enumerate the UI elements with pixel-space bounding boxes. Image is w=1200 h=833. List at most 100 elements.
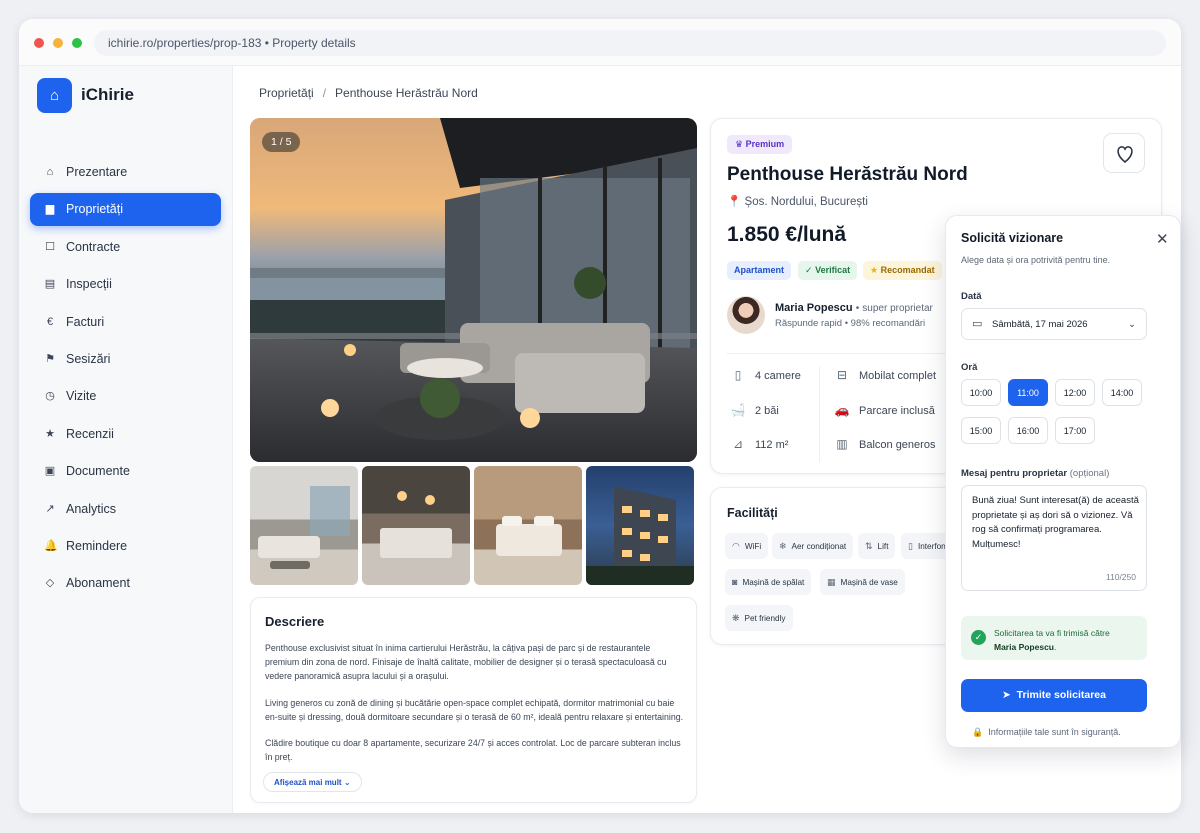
sidebar-item-3[interactable]: ▤ Inspecții: [30, 268, 221, 301]
sidebar-item-9[interactable]: ↗ Analytics: [30, 493, 221, 526]
check-icon: ✓: [805, 265, 813, 275]
security-note: 🔒 Informațiile tale sunt în siguranță.: [972, 727, 1121, 738]
description-paragraph-2: Living generos cu zonă de dining și bucă…: [265, 698, 684, 722]
thumbnail-bedroom[interactable]: [474, 466, 582, 585]
balcony-icon: ▥: [836, 437, 848, 451]
chevron-down-icon: ⌄: [1128, 319, 1136, 330]
submit-request-button[interactable]: ➤ Trimite solicitarea: [961, 679, 1147, 712]
sidebar-item-8[interactable]: ▣ Documente: [30, 455, 221, 488]
message-optional: (opțional): [1069, 468, 1110, 479]
description-paragraph-3: Clădire boutique cu doar 8 apartamente, …: [265, 738, 681, 762]
close-window-dot[interactable]: [34, 38, 44, 48]
time-slot-button[interactable]: 17:00: [1055, 417, 1095, 444]
amenities-title: Facilități: [727, 506, 778, 520]
thumbnail-living[interactable]: [250, 466, 358, 585]
owner-tag-separator: •: [855, 303, 860, 314]
sidebar-item-label: Analytics: [66, 501, 117, 516]
notice-owner: Maria Popescu: [994, 642, 1054, 652]
breadcrumb-parent[interactable]: Proprietăți: [259, 86, 314, 100]
time-slot-button[interactable]: 16:00: [1008, 417, 1048, 444]
air-conditioner-icon: ❄: [779, 541, 787, 551]
time-slot-button[interactable]: 12:00: [1055, 379, 1095, 406]
washing-machine-icon: ◙: [732, 577, 738, 587]
viewing-request-panel: Solicită vizionare ✕ Alege data și ora p…: [945, 215, 1181, 748]
amenity-intercom-label: Interfon: [917, 542, 946, 551]
owner-info: Maria Popescu • super proprietar: [775, 302, 933, 314]
intercom-icon: ▯: [908, 541, 913, 551]
tag-verified: ✓ Verificat: [798, 261, 858, 280]
sidebar-item-label: Documente: [66, 464, 130, 479]
show-more-label: Afișează mai mult: [274, 778, 342, 787]
paw-icon: ❋: [732, 613, 740, 623]
feature-bathrooms: 🛁 2 băi: [729, 403, 779, 417]
photo-counter: 1 / 5: [262, 132, 301, 152]
chevron-down-icon: ⌄: [343, 778, 351, 787]
sidebar-item-10[interactable]: 🔔 Remindere: [30, 530, 221, 563]
browser-titlebar: ichirie.ro/properties/prop-183 • Propert…: [19, 19, 1181, 66]
favorite-button[interactable]: [1103, 133, 1145, 173]
sidebar-item-6[interactable]: ◷ Vizite: [30, 380, 221, 413]
sidebar-item-5[interactable]: ⚑ Sesizări: [30, 343, 221, 376]
sidebar-item-label: Proprietăți: [66, 202, 123, 217]
sidebar-item-label: Remindere: [66, 539, 128, 553]
time-slot-button[interactable]: 10:00: [961, 379, 1001, 406]
close-icon[interactable]: ✕: [1156, 230, 1169, 248]
property-address: 📍 Șos. Nordului, București: [727, 194, 868, 208]
minimize-window-dot[interactable]: [53, 38, 63, 48]
time-slot-button[interactable]: 15:00: [961, 417, 1001, 444]
owner-avatar[interactable]: [727, 296, 765, 334]
panel-title: Solicită vizionare: [961, 231, 1064, 245]
kitchen-photo: [380, 491, 452, 558]
time-slot-button[interactable]: 14:00: [1102, 379, 1142, 406]
premium-badge: ♛ Premium: [727, 135, 793, 154]
address-text: Șos. Nordului, București: [744, 196, 868, 208]
euro-icon: €: [46, 315, 54, 328]
tag-verified-label: Verificat: [815, 265, 851, 275]
maximize-window-dot[interactable]: [72, 38, 82, 48]
feature-area-label: 112 m²: [755, 439, 789, 451]
sidebar-item-7[interactable]: ★ Recenzii: [30, 418, 221, 451]
elevator-icon: ⇅: [865, 541, 873, 551]
feature-balcony-label: Balcon generos: [859, 439, 936, 451]
property-price: 1.850 €/lună: [727, 223, 847, 246]
panel-subtitle: Alege data și ora potrivită pentru tine.: [961, 255, 1111, 265]
diamond-icon: ◇: [45, 577, 55, 590]
time-slot-button[interactable]: 11:00: [1008, 379, 1048, 406]
submit-label: Trimite solicitarea: [1016, 689, 1106, 701]
sidebar-item-4[interactable]: € Facturi: [30, 306, 221, 339]
thumbnail-kitchen[interactable]: [362, 466, 470, 585]
date-picker[interactable]: ▭ Sâmbătă, 17 mai 2026 ⌄: [961, 308, 1147, 340]
main-photo[interactable]: 1 / 5: [250, 118, 697, 462]
home-icon[interactable]: ⌂: [37, 78, 72, 113]
sidebar-item-label: Sesizări: [66, 352, 111, 366]
message-char-count: 110/250: [1105, 572, 1136, 582]
notice-text: Solicitarea ta va fi trimisă către Maria …: [994, 626, 1142, 654]
amenity-lift: ⇅ Lift: [858, 533, 896, 559]
show-more-button[interactable]: Afișează mai mult ⌄: [263, 772, 362, 792]
sidebar-item-label: Recenzii: [66, 426, 114, 441]
sidebar-item-2[interactable]: ☐ Contracte: [30, 231, 221, 264]
amenity-washer: ◙ Mașină de spălat: [725, 569, 812, 595]
sidebar-item-0[interactable]: ⌂ Prezentare: [30, 156, 221, 189]
bathtub-icon: 🛁: [730, 403, 746, 417]
terrace-photo: [250, 118, 697, 462]
breadcrumb-separator: /: [322, 86, 327, 100]
feature-furnished-label: Mobilat complet: [859, 370, 937, 382]
date-value: Sâmbătă, 17 mai 2026: [992, 319, 1088, 330]
notice-end: .: [1054, 642, 1057, 652]
sidebar-item-11[interactable]: ◇ Abonament: [30, 567, 221, 600]
owner-name[interactable]: Maria Popescu: [775, 302, 853, 314]
feature-rooms: ▯ 4 camere: [729, 368, 801, 382]
description-title: Descriere: [265, 614, 325, 629]
message-text: Bună ziua! Sunt interesat(ă) de această …: [972, 495, 1139, 550]
address-bar[interactable]: ichirie.ro/properties/prop-183 • Propert…: [94, 30, 1166, 56]
check-circle-icon: ✓: [971, 630, 986, 645]
message-textarea[interactable]: Bună ziua! Sunt interesat(ă) de această …: [961, 485, 1147, 591]
sidebar-item-label: Prezentare: [66, 165, 128, 179]
feature-parking: 🚗 Parcare inclusă: [833, 403, 935, 417]
tag-recommended-label: Recomandat: [880, 265, 935, 275]
send-icon: ➤: [1002, 689, 1011, 701]
thumbnail-building[interactable]: [586, 466, 694, 585]
sidebar-item-1[interactable]: ▆ Proprietăți: [30, 193, 221, 227]
breadcrumb-current: Penthouse Herăstrău Nord: [335, 86, 478, 100]
